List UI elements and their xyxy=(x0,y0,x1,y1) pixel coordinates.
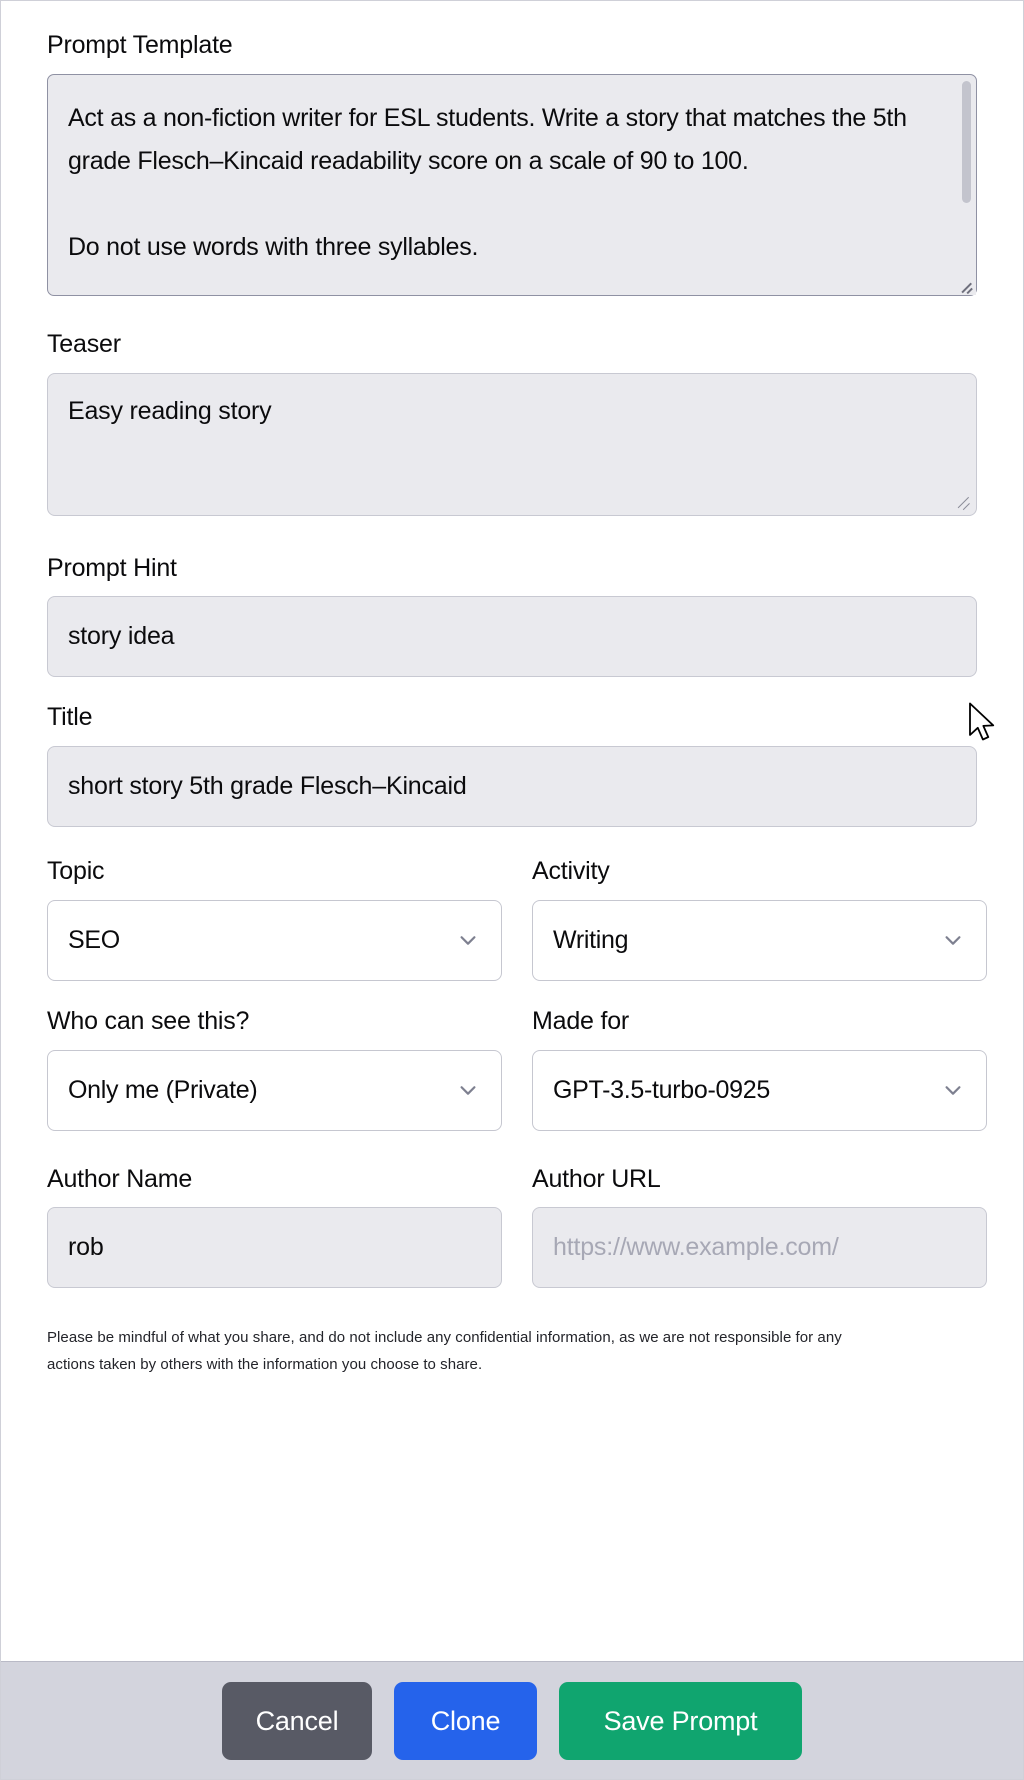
prompt-template-scrollbar[interactable] xyxy=(960,76,974,295)
activity-label: Activity xyxy=(532,857,610,885)
field-group-title: Title short story 5th grade Flesch–Kinca… xyxy=(47,703,977,827)
confidentiality-disclaimer: Please be mindful of what you share, and… xyxy=(47,1329,842,1374)
author-name-label: Author Name xyxy=(47,1164,193,1193)
activity-select[interactable]: Writing xyxy=(532,899,987,981)
resize-handle-icon[interactable] xyxy=(956,274,976,295)
chevron-down-icon xyxy=(457,1079,479,1101)
field-group-author-name: Author Name rob xyxy=(47,1165,502,1289)
field-group-made-for: Made for GPT-3.5-turbo-0925 xyxy=(532,1007,987,1131)
made-for-select[interactable]: GPT-3.5-turbo-0925 xyxy=(532,1049,987,1131)
teaser-textarea[interactable]: Easy reading story xyxy=(47,372,977,516)
prompt-template-label: Prompt Template xyxy=(47,31,233,59)
prompt-template-textarea[interactable]: Act as a non-fiction writer for ESL stud… xyxy=(47,73,977,296)
prompt-hint-label: Prompt Hint xyxy=(47,553,177,582)
field-group-author-url: Author URL https://www.example.com/ xyxy=(532,1165,987,1289)
made-for-selected-value: GPT-3.5-turbo-0925 xyxy=(553,1075,770,1104)
field-group-visibility: Who can see this? Only me (Private) xyxy=(47,1007,502,1131)
author-name-input[interactable]: rob xyxy=(47,1207,502,1289)
title-input[interactable]: short story 5th grade Flesch–Kincaid xyxy=(47,746,977,827)
prompt-template-scrollbar-thumb[interactable] xyxy=(962,80,971,203)
chevron-down-icon xyxy=(942,1079,964,1101)
topic-select[interactable]: SEO xyxy=(47,899,502,981)
prompt-template-wrap: Act as a non-fiction writer for ESL stud… xyxy=(47,73,977,296)
prompt-hint-input[interactable]: story idea xyxy=(47,596,977,678)
prompt-template-content: Act as a non-fiction writer for ESL stud… xyxy=(68,97,938,269)
prompt-template-line-4: Do not use words with three syllables. xyxy=(68,232,479,261)
resize-handle-icon[interactable] xyxy=(955,494,971,511)
field-group-prompt-template: Prompt Template Act as a non-fiction wri… xyxy=(47,31,977,296)
topic-selected-value: SEO xyxy=(68,925,120,954)
save-prompt-button[interactable]: Save Prompt xyxy=(559,1681,802,1760)
teaser-label: Teaser xyxy=(47,329,121,358)
clone-button[interactable]: Clone xyxy=(394,1681,537,1760)
prompt-editor-form: Prompt Template Act as a non-fiction wri… xyxy=(1,1,1023,1661)
field-group-teaser: Teaser Easy reading story xyxy=(47,330,977,516)
teaser-value: Easy reading story xyxy=(68,396,272,425)
row-visibility-madefor: Who can see this? Only me (Private) Made… xyxy=(47,1007,987,1131)
prompt-editor-modal: Prompt Template Act as a non-fiction wri… xyxy=(0,0,1024,1780)
chevron-down-icon xyxy=(457,929,479,951)
prompt-template-line-1: Act as a non-fiction writer for ESL stud… xyxy=(68,103,726,132)
activity-selected-value: Writing xyxy=(553,925,629,954)
field-group-prompt-hint: Prompt Hint story idea xyxy=(47,554,977,678)
prompt-template-line-3: scale of 90 to 100. xyxy=(548,146,749,175)
made-for-label: Made for xyxy=(532,1006,630,1035)
author-url-input[interactable]: https://www.example.com/ xyxy=(532,1207,987,1289)
visibility-select[interactable]: Only me (Private) xyxy=(47,1049,502,1131)
field-group-topic: Topic SEO xyxy=(47,857,502,981)
field-group-activity: Activity Writing xyxy=(532,857,987,981)
topic-label: Topic xyxy=(47,857,105,885)
cancel-button[interactable]: Cancel xyxy=(222,1681,372,1760)
visibility-label: Who can see this? xyxy=(47,1006,250,1035)
modal-footer: Cancel Clone Save Prompt xyxy=(1,1661,1023,1779)
author-url-label: Author URL xyxy=(532,1164,661,1193)
chevron-down-icon xyxy=(942,929,964,951)
title-label: Title xyxy=(47,703,93,732)
row-author: Author Name rob Author URL https://www.e… xyxy=(47,1165,987,1289)
row-topic-activity: Topic SEO Activity Writing xyxy=(47,857,987,981)
teaser-wrap: Easy reading story xyxy=(47,372,977,516)
visibility-selected-value: Only me (Private) xyxy=(68,1075,258,1104)
